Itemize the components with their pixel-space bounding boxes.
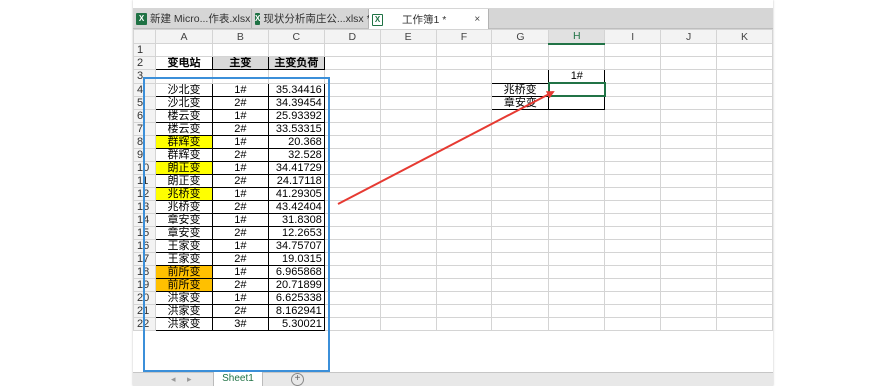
annotation-arrow (337, 91, 555, 205)
red-arrow-line (337, 91, 555, 205)
